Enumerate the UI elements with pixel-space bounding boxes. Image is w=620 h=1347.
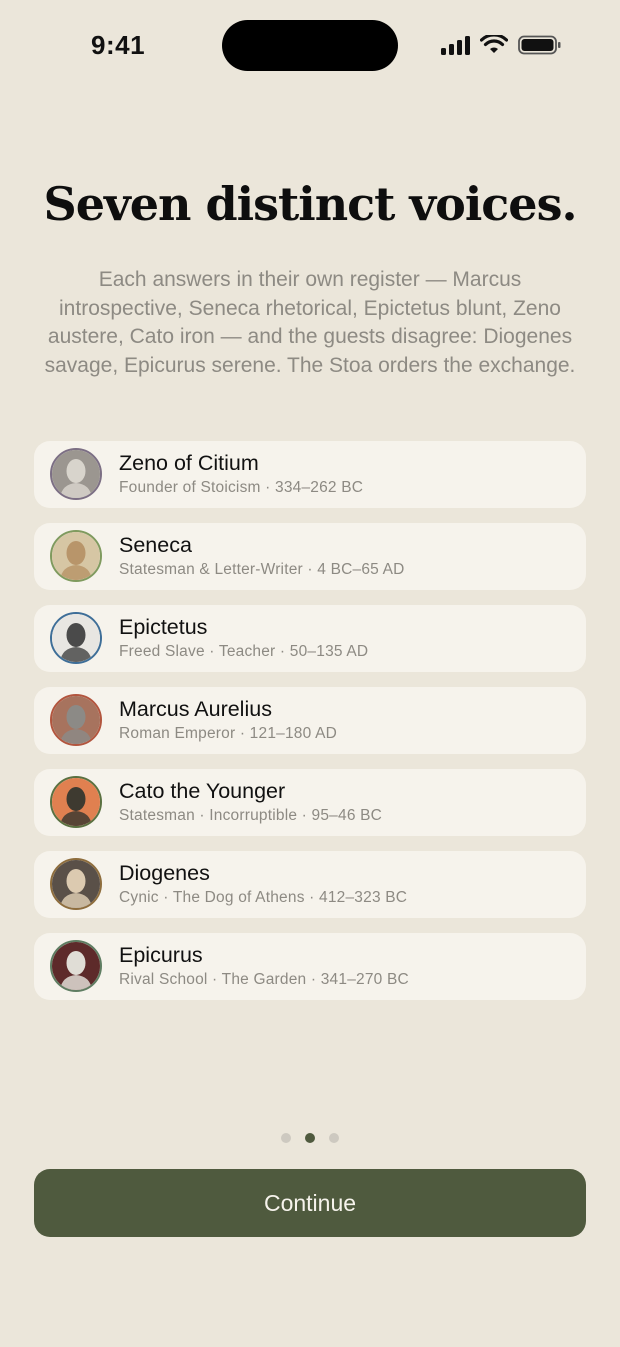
philosopher-description: Founder of Stoicism · 334–262 BC [119, 479, 364, 496]
page-dot[interactable] [329, 1133, 339, 1143]
philosopher-description: Statesman · Incorruptible · 95–46 BC [119, 807, 383, 824]
philosopher-avatar [50, 612, 102, 664]
status-time: 9:41 [91, 30, 146, 60]
philosopher-description: Rival School · The Garden · 341–270 BC [119, 971, 409, 988]
philosopher-name: Epictetus [119, 615, 208, 639]
philosopher-avatar [50, 940, 102, 992]
battery-icon [518, 35, 561, 55]
philosopher-description: Freed Slave · Teacher · 50–135 AD [119, 643, 369, 660]
page-dot-active[interactable] [305, 1133, 315, 1143]
philosopher-avatar [50, 448, 102, 500]
philosopher-avatar [50, 694, 102, 746]
philosopher-card[interactable]: Marcus Aurelius Roman Emperor · 121–180 A… [34, 687, 586, 754]
philosopher-name: Epicurus [119, 943, 203, 967]
philosopher-avatar [50, 530, 102, 582]
status-bar: 9:41 [0, 0, 620, 92]
philosopher-description: Statesman & Letter-Writer · 4 BC–65 AD [119, 561, 405, 578]
philosopher-avatar [50, 776, 102, 828]
philosopher-name: Zeno of Citium [119, 451, 259, 475]
philosopher-name: Seneca [119, 533, 192, 557]
philosopher-card[interactable]: Seneca Statesman & Letter-Writer · 4 BC–6… [34, 523, 586, 590]
page-indicator [0, 1133, 620, 1143]
dynamic-island [222, 20, 398, 71]
philosopher-card[interactable]: Cato the Younger Statesman · Incorruptibl… [34, 769, 586, 836]
philosopher-avatar [50, 858, 102, 910]
cellular-signal-icon [441, 35, 470, 55]
philosopher-card[interactable]: Epicurus Rival School · The Garden · 341–… [34, 933, 586, 1000]
page-title: Seven distinct voices. [43, 177, 578, 231]
status-icons [441, 35, 562, 55]
continue-button[interactable]: Continue [34, 1169, 586, 1237]
philosopher-name: Cato the Younger [119, 779, 286, 803]
philosopher-list: Zeno of Citium Founder of Stoicism · 334–… [34, 441, 586, 1015]
philosopher-card[interactable]: Epictetus Freed Slave · Teacher · 50–135 … [34, 605, 586, 672]
philosopher-name: Marcus Aurelius [119, 697, 272, 721]
philosopher-card[interactable]: Diogenes Cynic · The Dog of Athens · 412–… [34, 851, 586, 918]
philosopher-description: Roman Emperor · 121–180 AD [119, 725, 338, 742]
philosopher-name: Diogenes [119, 861, 210, 885]
page-subtitle: Each answers in their own register — Mar… [44, 268, 576, 377]
wifi-icon [480, 35, 508, 53]
page-dot[interactable] [281, 1133, 291, 1143]
philosopher-card[interactable]: Zeno of Citium Founder of Stoicism · 334–… [34, 441, 586, 508]
philosopher-description: Cynic · The Dog of Athens · 412–323 BC [119, 889, 408, 906]
